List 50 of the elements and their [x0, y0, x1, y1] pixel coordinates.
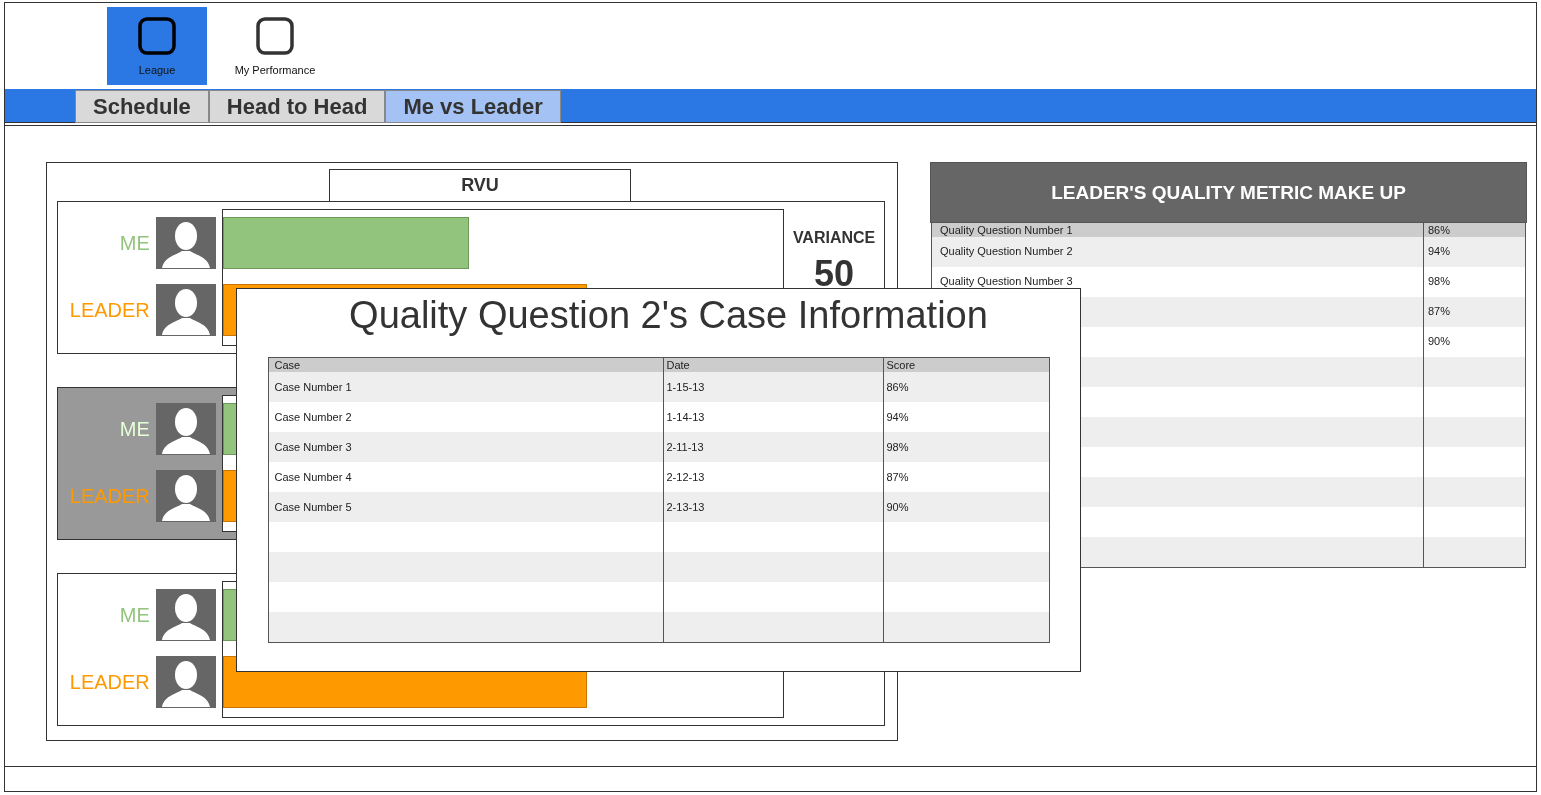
table-cell: Case Number 4	[274, 471, 352, 483]
table-cell: 98%	[886, 441, 909, 453]
table-cell: Case Number 2	[274, 411, 352, 423]
tab[interactable]: Head to Head	[208, 90, 386, 123]
person-label: LEADER	[69, 670, 150, 694]
score-text: 86%	[1428, 224, 1451, 236]
table-cell: Case Number 1	[274, 381, 352, 393]
table-cell: 90%	[886, 501, 909, 513]
square-icon	[256, 17, 294, 55]
score-text: 98%	[1428, 275, 1451, 287]
nav-button[interactable]: My Performance	[225, 7, 325, 85]
table-cell: 1-15-13	[666, 381, 705, 393]
table-row[interactable]: Quality Question Number 1 86%	[932, 223, 1525, 237]
avatar-icon	[155, 656, 216, 708]
avatar-icon	[155, 217, 216, 269]
avatar-icon	[155, 470, 216, 522]
score-text: 87%	[1428, 305, 1451, 317]
question-text: Quality Question Number 3	[940, 275, 1073, 287]
nav-button[interactable]: League	[107, 7, 207, 85]
column-header: Case	[274, 359, 301, 371]
variance-value: 50	[814, 253, 855, 295]
person-label: LEADER	[69, 298, 150, 322]
person-label: LEADER	[69, 484, 150, 508]
table-cell: 2-11-13	[666, 441, 704, 453]
variance-label: VARIANCE	[792, 229, 876, 247]
table-cell: Case Number 5	[274, 501, 352, 513]
avatar-icon	[155, 403, 216, 455]
table-cell: 86%	[886, 381, 909, 393]
column-header: Score	[886, 359, 916, 371]
table-cell: 2-13-13	[666, 501, 705, 513]
table-cell: Case Number 3	[274, 441, 352, 453]
table-row[interactable]: Quality Question Number 2 94%	[932, 237, 1525, 267]
tab[interactable]: Me vs Leader	[385, 90, 561, 123]
question-text: Quality Question Number 1	[940, 224, 1073, 236]
question-text: Quality Question Number 2	[940, 245, 1073, 257]
table-cell: 87%	[886, 471, 909, 483]
person-label: ME	[119, 603, 150, 627]
table-cell: 94%	[886, 411, 909, 423]
panel-header: LEADER'S QUALITY METRIC MAKE UP	[930, 162, 1527, 223]
tab[interactable]: Schedule	[75, 90, 209, 123]
avatar-icon	[155, 589, 216, 641]
square-icon	[138, 17, 176, 55]
person-label: ME	[119, 417, 150, 441]
avatar-icon	[155, 284, 216, 336]
table-cell: 2-12-13	[666, 471, 705, 483]
score-text: 94%	[1428, 245, 1451, 257]
table-cell: 1-14-13	[666, 411, 705, 423]
score-text: 90%	[1428, 335, 1451, 347]
person-label: ME	[119, 231, 150, 255]
column-header: Date	[666, 359, 690, 371]
